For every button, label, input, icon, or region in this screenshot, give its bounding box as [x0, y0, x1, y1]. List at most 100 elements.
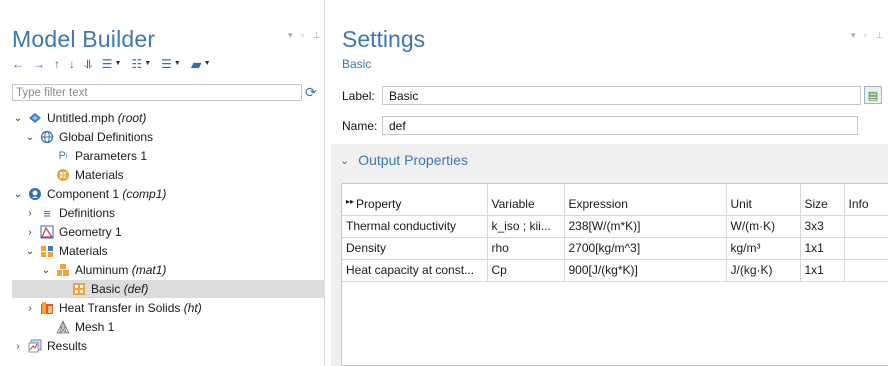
column-header-variable[interactable]: Variable — [487, 184, 565, 216]
parameters-icon: Pi — [58, 150, 68, 162]
cell-info — [844, 259, 888, 282]
column-header-property[interactable]: ▸▸ Property — [342, 184, 488, 216]
cell-expression[interactable]: 238[W/(m*K)] — [564, 215, 727, 238]
pointer-icon: ▸▸ — [346, 196, 355, 206]
cell-info — [844, 237, 888, 260]
column-header-info[interactable]: Info — [844, 184, 888, 216]
tree-node-parameters[interactable]: Pi Parameters 1 — [40, 147, 147, 165]
cell-property: Thermal conductivity — [342, 215, 488, 238]
output-properties-header[interactable]: ⌄ Output Properties — [340, 152, 468, 168]
tree-node-label: Untitled.mph — [47, 111, 115, 125]
cell-expression[interactable]: 2700[kg/m^3] — [564, 237, 727, 260]
chevron-down-icon[interactable]: ⌄ — [340, 154, 349, 167]
chevron-down-icon[interactable]: ▼ — [204, 57, 211, 71]
chevron-down-icon[interactable]: ⌄ — [12, 189, 24, 200]
cell-expression[interactable]: 900[J/(kg*K)] — [564, 259, 727, 282]
tree-node-materials[interactable]: ⌄ Materials — [24, 242, 108, 260]
filter-input[interactable] — [13, 85, 301, 101]
show-more-icon[interactable]: ☰ — [102, 57, 113, 71]
cell-unit: W/(m·K) — [726, 215, 801, 238]
tree-node-label: Parameters 1 — [75, 149, 148, 163]
tree-node-global-materials[interactable]: Materials — [40, 166, 124, 184]
chevron-right-icon[interactable]: › — [24, 227, 36, 238]
tree-node-root[interactable]: ⌄ Untitled.mph (root) — [12, 109, 147, 127]
tree-node-label: Heat Transfer in Solids — [59, 301, 181, 315]
tree-node-mesh[interactable]: Mesh 1 — [40, 318, 114, 336]
cell-size: 1x1 — [800, 237, 845, 260]
tree-node-basic[interactable]: Basic (def) — [12, 280, 325, 298]
settings-title: Settings — [342, 26, 426, 52]
pin-icon[interactable]: ▰ — [191, 57, 202, 71]
move-up-icon[interactable]: ↑ — [54, 57, 60, 71]
globe-icon — [40, 130, 54, 144]
model-builder-pane-controls[interactable]: ▾ ▫ ⊥ — [288, 30, 324, 41]
chevron-right-icon[interactable]: › — [24, 208, 36, 219]
chevron-down-icon[interactable]: ⌄ — [24, 246, 36, 257]
tree-node-tag: (ht) — [183, 301, 202, 315]
chevron-right-icon[interactable]: › — [12, 341, 24, 352]
settings-pane-controls[interactable]: ▾ ▫ ⊥ — [851, 30, 887, 41]
table-row[interactable]: Density rho 2700[kg/m^3] kg/m³ 1x1 — [342, 237, 888, 260]
tree-node-label: Aluminum — [75, 263, 129, 277]
model-builder-title: Model Builder — [12, 26, 156, 52]
tree-node-label: Materials — [75, 168, 124, 182]
move-down-icon[interactable]: ↓ — [69, 57, 75, 71]
reset-label-icon[interactable]: ▤ — [864, 86, 882, 104]
cell-size: 1x1 — [800, 259, 845, 282]
tree-node-geometry[interactable]: › Geometry 1 — [24, 223, 122, 241]
chevron-down-icon[interactable]: ▼ — [115, 57, 122, 71]
chevron-down-icon[interactable]: ⌄ — [12, 113, 24, 124]
table-row[interactable]: Thermal conductivity k_iso ; kii... 238[… — [342, 215, 888, 238]
settings-subtitle: Basic — [342, 57, 372, 71]
tree-node-definitions[interactable]: › ≡ Definitions — [24, 204, 115, 222]
heat-transfer-icon — [40, 301, 54, 315]
name-field[interactable] — [382, 116, 858, 135]
tree-node-global-definitions[interactable]: ⌄ Global Definitions — [24, 128, 153, 146]
tree-node-label: Basic — [91, 282, 121, 296]
refresh-icon[interactable]: ⟳ — [305, 84, 317, 100]
output-properties-section: ⌄ Output Properties ▸▸ Property Variable … — [331, 144, 888, 366]
model-builder-pane: Model Builder ▾ ▫ ⊥ ← → ↑ ↓ ⥥ ☰ ▼ ☷ ▼ ☰ ▼ ▰… — [0, 0, 325, 366]
forward-arrow-icon[interactable]: → — [33, 57, 45, 71]
mesh-icon — [56, 320, 70, 334]
settings-pane: Settings ▾ ▫ ⊥ Basic Label: ▤ Name: ⌄ Ou… — [331, 0, 888, 366]
column-header-unit[interactable]: Unit — [726, 184, 801, 216]
column-header-size[interactable]: Size — [800, 184, 845, 216]
tree-node-label: Global Definitions — [59, 130, 154, 144]
column-header-expression[interactable]: Expression — [564, 184, 727, 216]
table-header-row: ▸▸ Property Variable Expression Unit Size… — [342, 184, 888, 216]
chevron-down-icon[interactable]: ▼ — [174, 57, 181, 71]
chevron-down-icon[interactable]: ⌄ — [40, 265, 52, 276]
label-input[interactable] — [383, 87, 860, 104]
tree-node-label: Component 1 — [47, 187, 120, 201]
tree-node-label: Geometry 1 — [59, 225, 122, 239]
tree-node-results[interactable]: › Results — [12, 337, 87, 355]
cell-size: 3x3 — [800, 215, 845, 238]
expand-sections-icon[interactable]: ☷ — [131, 57, 142, 71]
chevron-down-icon[interactable]: ⌄ — [24, 132, 36, 143]
section-title: Output Properties — [358, 152, 468, 168]
cell-variable: Cp — [487, 259, 565, 282]
material-icon — [56, 263, 70, 277]
materials-folder-icon — [40, 244, 54, 258]
tree-node-aluminum[interactable]: ⌄ Aluminum (mat1) — [40, 261, 167, 279]
tree-node-label: Mesh 1 — [75, 320, 115, 334]
filter-field[interactable] — [12, 84, 302, 101]
geometry-icon — [40, 225, 54, 239]
back-arrow-icon[interactable]: ← — [12, 57, 24, 71]
list-view-icon[interactable]: ☰ — [161, 57, 172, 71]
materials-icon — [56, 168, 70, 182]
cell-info — [844, 215, 888, 238]
tree-node-heat-transfer[interactable]: › Heat Transfer in Solids (ht) — [24, 299, 202, 317]
name-input[interactable] — [383, 117, 857, 134]
table-row[interactable]: Heat capacity at const... Cp 900[J/(kg*K… — [342, 259, 888, 282]
filter-tree-icon[interactable]: ⥥ — [84, 57, 93, 71]
chevron-down-icon[interactable]: ▼ — [144, 57, 151, 71]
chevron-right-icon[interactable]: › — [24, 303, 36, 314]
output-properties-table: ▸▸ Property Variable Expression Unit Size… — [341, 183, 888, 366]
label-field[interactable] — [382, 86, 861, 105]
cell-property: Density — [342, 237, 488, 260]
tree-node-component[interactable]: ⌄ Component 1 (comp1) — [12, 185, 167, 203]
cell-property: Heat capacity at const... — [342, 259, 488, 282]
cell-unit: J/(kg·K) — [726, 259, 801, 282]
